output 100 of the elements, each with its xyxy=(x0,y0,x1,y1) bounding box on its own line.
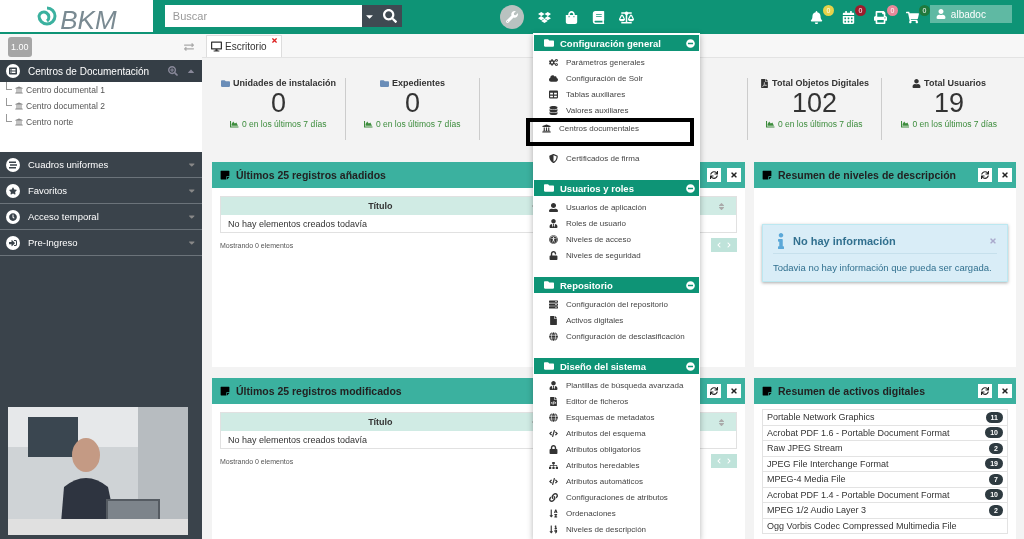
menu-item[interactable]: Parámetros generales xyxy=(533,54,700,70)
scale-icon xyxy=(618,9,634,25)
code-icon xyxy=(549,428,559,438)
format-name: Portable Network Graphics xyxy=(767,412,875,423)
star-icon xyxy=(6,183,20,198)
tree-item[interactable]: Centro documental 2 xyxy=(26,101,105,111)
bank-icon xyxy=(15,86,23,94)
menu-section-header[interactable]: Diseño del sistema xyxy=(534,358,699,374)
server-icon xyxy=(549,299,559,309)
search-button[interactable] xyxy=(377,5,402,27)
menu-item[interactable]: Configuraciones de atributos xyxy=(533,489,700,505)
format-name: MPEG 1/2 Audio Layer 3 xyxy=(767,505,867,516)
refresh-button[interactable] xyxy=(707,168,721,182)
close-button[interactable] xyxy=(998,384,1012,398)
note-icon xyxy=(220,386,230,396)
stat-trend: 0 en los últimos 7 días xyxy=(364,119,461,129)
list-icon xyxy=(6,64,20,78)
alert-title: No hay información xyxy=(793,235,896,247)
menu-item[interactable]: Editor de ficheros xyxy=(533,393,700,409)
refresh-icon xyxy=(981,387,989,395)
area-chart-icon xyxy=(766,119,775,129)
database-icon xyxy=(549,105,559,115)
bag-button[interactable] xyxy=(564,10,578,24)
bell-icon[interactable] xyxy=(809,10,823,24)
code-icon xyxy=(549,476,559,486)
cart-icon[interactable] xyxy=(905,10,919,24)
refresh-button[interactable] xyxy=(978,168,992,182)
menu-item[interactable]: Niveles de seguridad xyxy=(533,247,700,263)
column-header: Título xyxy=(368,201,393,211)
stat-value: 0 xyxy=(271,88,286,119)
menu-item[interactable]: Plantillas de búsqueda avanzada xyxy=(533,377,700,393)
menu-item[interactable]: Configuración de desclasificación xyxy=(533,328,700,344)
menu-section-header[interactable]: Configuración general xyxy=(534,35,699,51)
menu-item[interactable]: Atributos del esquema xyxy=(533,425,700,441)
area-chart-icon xyxy=(364,119,373,129)
tree-item[interactable]: Centro norte xyxy=(26,117,74,127)
format-name: Ogg Vorbis Codec Compressed Multimedia File xyxy=(767,520,957,531)
close-icon[interactable] xyxy=(270,37,278,44)
menu-item[interactable]: Atributos automáticos xyxy=(533,473,700,489)
menu-item[interactable]: Atributos heredables xyxy=(533,457,700,473)
monitor-icon xyxy=(211,41,222,52)
search-field[interactable]: Buscar xyxy=(164,5,362,27)
book-button[interactable] xyxy=(591,10,605,24)
stat-title: Total Objetos Digitales xyxy=(760,78,869,88)
user-icon xyxy=(549,202,559,212)
menu-section-header[interactable]: Usuarios y roles xyxy=(534,180,699,196)
bank-icon xyxy=(15,118,23,126)
menu-item[interactable]: Valores auxiliares xyxy=(533,102,700,118)
menu-item[interactable]: Atributos obligatorios xyxy=(533,441,700,457)
tree-header[interactable]: Centros de Documentación xyxy=(0,60,202,82)
menu-item[interactable]: Niveles de descripción xyxy=(533,521,700,537)
menu-item[interactable]: Usuarios de aplicación xyxy=(533,199,700,215)
menu-item[interactable]: Configuración del repositorio xyxy=(533,296,700,312)
menu-item[interactable]: Esquemas de metadatos xyxy=(533,409,700,425)
settings-button[interactable] xyxy=(499,5,524,29)
highlighted-menu-item[interactable]: Centros documentales xyxy=(526,118,694,146)
stat-value: 19 xyxy=(933,88,964,119)
tree-item[interactable]: Centro documental 1 xyxy=(26,85,105,95)
sign-in-icon xyxy=(6,235,20,250)
collapse-icon[interactable] xyxy=(686,361,695,371)
globe-icon xyxy=(549,331,559,341)
bank-icon xyxy=(15,102,23,110)
printer-icon[interactable] xyxy=(873,10,887,24)
note-icon xyxy=(762,170,772,180)
table-icon xyxy=(549,89,559,99)
zoom-icon[interactable] xyxy=(168,66,178,76)
tree-title: Centros de Documentación xyxy=(28,65,151,77)
pdf-icon xyxy=(760,78,770,88)
menu-item[interactable]: Certificados de firma xyxy=(533,150,700,166)
refresh-icon xyxy=(981,171,989,179)
refresh-button[interactable] xyxy=(978,384,992,398)
panel-title: Resumen de activos digitales xyxy=(778,385,926,397)
refresh-button[interactable] xyxy=(707,384,721,398)
collapse-icon[interactable] xyxy=(686,183,695,193)
scale-button[interactable] xyxy=(618,9,634,25)
note-icon xyxy=(762,386,772,396)
menu-item[interactable]: Niveles de acceso xyxy=(533,231,700,247)
menu-item[interactable]: Roles de usuario xyxy=(533,215,700,231)
menu-item[interactable]: Tablas auxiliares xyxy=(533,86,700,102)
close-button[interactable] xyxy=(998,168,1012,182)
menu-section-header[interactable]: Repositorio xyxy=(534,277,699,293)
menu-item[interactable]: Activos digitales xyxy=(533,312,700,328)
user-icon xyxy=(935,9,946,19)
panel-title: Últimos 25 registros modificados xyxy=(236,385,402,397)
close-button[interactable] xyxy=(727,384,741,398)
dropbox-button[interactable] xyxy=(537,10,551,24)
format-name: Acrobat PDF 1.6 - Portable Document Format xyxy=(767,427,950,438)
format-name: Acrobat PDF 1.4 - Portable Document Format xyxy=(767,489,950,500)
close-button[interactable] xyxy=(727,168,741,182)
link-icon xyxy=(549,492,559,502)
calendar-icon[interactable] xyxy=(841,10,855,24)
tab[interactable]: Escritorio xyxy=(206,35,282,57)
menu-item[interactable]: Ordenaciones xyxy=(533,505,700,521)
sort-icon xyxy=(717,417,726,427)
folder-icon xyxy=(544,183,554,193)
collapse-icon[interactable] xyxy=(686,38,695,48)
chevron-left-icon xyxy=(716,242,722,248)
menu-item[interactable]: Configuración de Solr xyxy=(533,70,700,86)
collapse-icon[interactable] xyxy=(686,280,695,290)
swap-icon[interactable] xyxy=(184,42,194,52)
